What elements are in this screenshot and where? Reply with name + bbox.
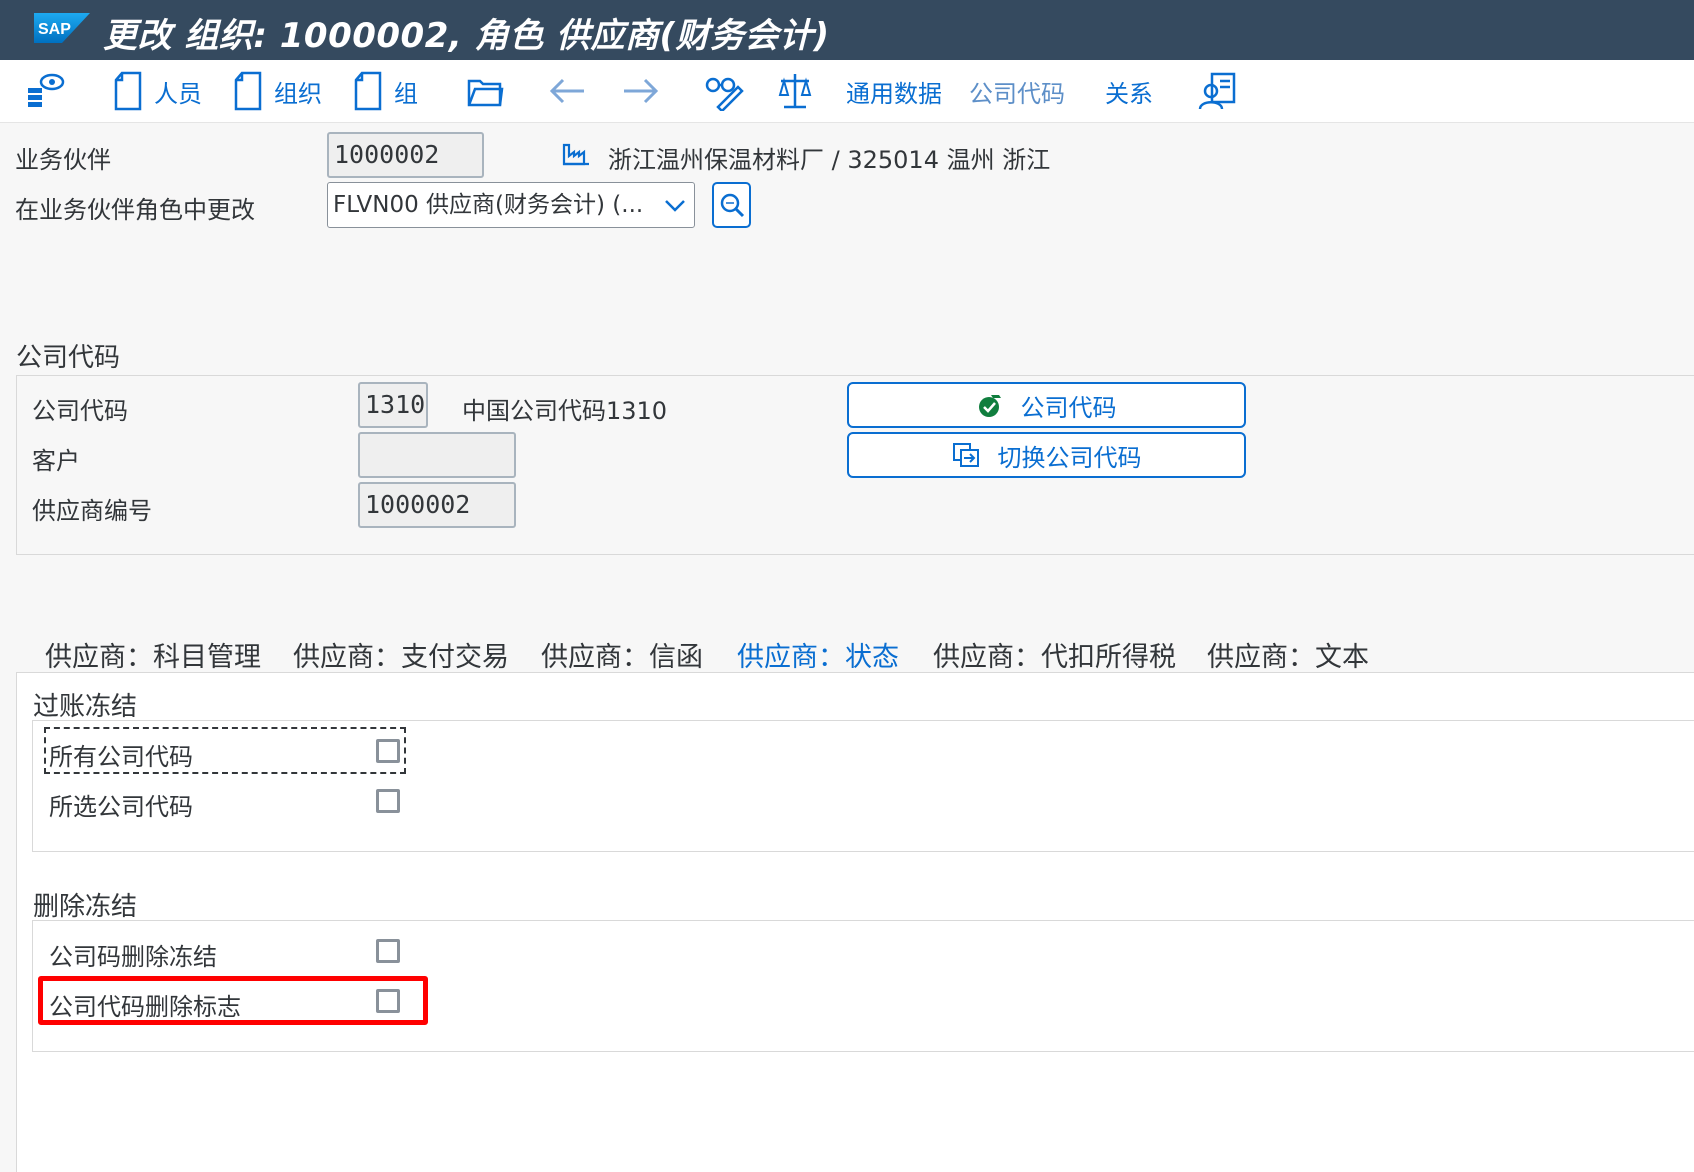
compare-button[interactable] — [778, 70, 812, 112]
new-document-icon — [234, 71, 262, 111]
role-assignment-button[interactable] — [1198, 70, 1238, 112]
new-document-icon — [354, 71, 382, 111]
group-button-label: 组 — [394, 79, 418, 108]
posting-block-title: 过账冻结 — [33, 692, 138, 722]
chevron-down-icon — [665, 200, 685, 212]
svg-text:SAP: SAP — [38, 21, 71, 38]
open-button[interactable] — [466, 70, 504, 112]
highlight-box — [38, 976, 428, 1025]
person-button[interactable]: 人员 — [114, 70, 202, 112]
bp-label: 业务伙伴 — [15, 146, 111, 174]
company-code-section-title: 公司代码 — [16, 343, 121, 373]
new-document-icon — [114, 71, 142, 111]
open-folder-icon — [467, 79, 504, 107]
customer-field[interactable] — [358, 432, 516, 478]
person-button-label: 人员 — [154, 79, 202, 108]
forward-button[interactable] — [620, 70, 660, 112]
organization-button-label: 组织 — [274, 79, 322, 108]
bp-number-field[interactable]: 1000002 — [327, 132, 484, 178]
company-code-toolbar-label: 公司代码 — [969, 79, 1065, 108]
title-bar: SAP 更改 组织: 1000002, 角色 供应商(财务会计) — [0, 0, 1694, 60]
selected-company-codes-label: 所选公司代码 — [49, 793, 193, 821]
vendor-number-label: 供应商编号 — [32, 497, 152, 525]
sap-logo: SAP — [34, 13, 90, 43]
vendor-number-field[interactable]: 1000002 — [358, 482, 516, 528]
organization-building-icon — [562, 143, 589, 166]
switch-icon — [952, 443, 979, 467]
all-company-codes-checkbox[interactable] — [376, 739, 400, 763]
group-button[interactable]: 组 — [354, 70, 418, 112]
bp-description: 浙江温州保温材料厂 / 325014 温州 浙江 — [608, 146, 1051, 174]
company-code-toolbar-button[interactable]: 公司代码 — [969, 70, 1065, 112]
arrow-left-icon — [549, 78, 584, 104]
bp-role-value: FLVN00 供应商(财务会计) (... — [333, 192, 644, 218]
company-code-check-icon — [978, 395, 1001, 417]
role-label: 在业务伙伴角色中更改 — [15, 196, 255, 224]
relationships-button[interactable]: 关系 — [1105, 70, 1153, 112]
customer-label: 客户 — [32, 447, 80, 475]
deletion-block-title: 删除冻结 — [33, 892, 138, 922]
company-code-button[interactable]: 公司代码 — [847, 382, 1246, 428]
window-title: 更改 组织: 1000002, 角色 供应商(财务会计) — [103, 16, 830, 56]
display-change-button[interactable] — [22, 70, 66, 112]
back-button[interactable] — [548, 70, 588, 112]
company-code-field[interactable]: 1310 — [358, 382, 428, 428]
cc-deletion-block-checkbox[interactable] — [376, 939, 400, 963]
general-data-label: 通用数据 — [846, 79, 942, 108]
cc-deletion-block-label: 公司码删除冻结 — [49, 943, 217, 971]
search-icon — [720, 193, 744, 218]
company-code-label: 公司代码 — [32, 397, 128, 425]
general-data-button[interactable]: 通用数据 — [846, 70, 942, 112]
glasses-pencil-icon — [705, 77, 744, 111]
display-change-icon — [28, 73, 65, 107]
balance-scale-icon — [778, 74, 812, 109]
switch-company-code-label: 切换公司代码 — [997, 443, 1142, 472]
arrow-right-icon — [624, 78, 659, 104]
selected-company-codes-checkbox[interactable] — [376, 789, 400, 813]
bp-role-select[interactable]: FLVN00 供应商(财务会计) (... — [327, 182, 695, 228]
relationships-label: 关系 — [1105, 79, 1153, 108]
company-code-description: 中国公司代码1310 — [462, 397, 668, 425]
display-change-toggle-button[interactable] — [704, 70, 744, 112]
company-code-button-label: 公司代码 — [1020, 393, 1117, 422]
switch-company-code-button[interactable]: 切换公司代码 — [847, 432, 1246, 478]
organization-button[interactable]: 组织 — [234, 70, 322, 112]
tab-strip: 供应商：科目管理 供应商：支付交易 供应商：信函 供应商：状态 供应商：代扣所得… — [0, 625, 1694, 683]
application-toolbar: 人员 组织 组 通用数据 公司代码 关系 — [0, 60, 1694, 123]
all-company-codes-label: 所有公司代码 — [49, 743, 193, 771]
person-list-icon — [1198, 72, 1236, 110]
role-search-button[interactable] — [712, 182, 751, 228]
